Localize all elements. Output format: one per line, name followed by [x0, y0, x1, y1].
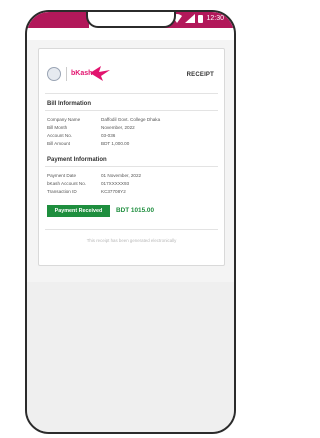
payment-row-account: bKash Account No. 017XXXXX93: [47, 181, 216, 188]
payment-status-badge: Payment Received: [47, 205, 110, 217]
divider: [45, 110, 218, 111]
receipt-footer-note: This receipt has been generated electron…: [86, 238, 177, 243]
bill-row-company: Company Name Daffodil Govt. College Dhak…: [47, 117, 216, 124]
row-label: Payment Date: [47, 173, 77, 178]
bill-row-account: Account No. 03-036: [47, 133, 216, 140]
divider: [45, 229, 218, 230]
bill-row-amount: Bill Amount BDT 1,000.00: [47, 141, 216, 148]
row-label: Bill Amount: [47, 141, 70, 146]
row-value: November, 2022: [101, 125, 135, 130]
payment-section-title: Payment Information: [47, 157, 107, 163]
bill-section-title: Bill Information: [47, 101, 91, 107]
divider: [45, 166, 218, 167]
row-value: 017XXXXX93: [101, 181, 130, 186]
signal-icon: [185, 14, 196, 23]
row-label: bKash Account No.: [47, 181, 87, 186]
row-value: 03-036: [101, 133, 116, 138]
bill-row-month: Bill Month November, 2022: [47, 125, 216, 132]
receipt-title: RECEIPT: [186, 72, 214, 78]
row-value: 01 November, 2022: [101, 173, 142, 178]
row-label: Bill Month: [47, 125, 68, 130]
receipt-card: bKash RECEIPT Bill Information Company N…: [38, 48, 225, 266]
payment-amount: BDT 1015.00: [116, 207, 155, 214]
status-time: 12:30: [206, 15, 224, 22]
row-label: Transaction ID: [47, 189, 77, 194]
bkash-bird-icon: [90, 66, 110, 81]
receipt-header: bKash RECEIPT: [39, 59, 224, 89]
payment-row-date: Payment Date 01 November, 2022: [47, 173, 216, 180]
status-bar-left: [27, 12, 89, 28]
row-value: BDT 1,000.00: [101, 141, 130, 146]
logo-divider: [66, 67, 67, 81]
institution-logo-icon: [47, 67, 61, 81]
row-label: Company Name: [47, 117, 81, 122]
row-value: KC37708Y2: [101, 189, 126, 194]
payment-row-transaction: Transaction ID KC37708Y2: [47, 189, 216, 196]
phone-notch: [85, 12, 176, 28]
divider: [45, 93, 218, 94]
battery-icon: [198, 15, 204, 23]
status-bar: 12:30: [27, 12, 234, 40]
phone-frame: 12:30 bKash RECEIPT Bill Information Com…: [25, 10, 236, 434]
row-value: Daffodil Govt. College Dhaka: [101, 117, 161, 122]
screen-lower-area: [27, 282, 234, 432]
row-label: Account No.: [47, 133, 73, 138]
status-icons: 12:30: [172, 14, 224, 23]
